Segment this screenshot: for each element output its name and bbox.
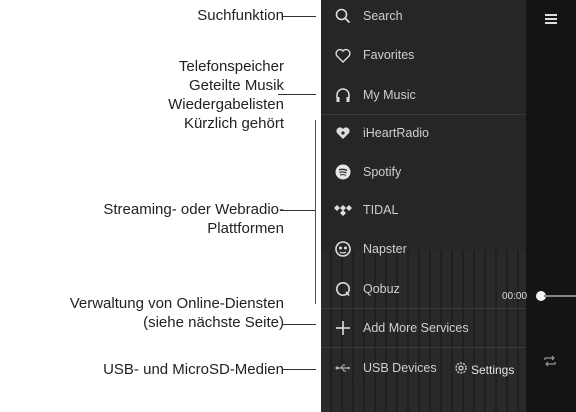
- app-screen: Search Favorites My Music iHeartRadio Sp…: [321, 0, 576, 412]
- spotify-icon: [333, 162, 353, 182]
- menu-item-label: Qobuz: [363, 282, 400, 296]
- annotation-streaming-line: Streaming- oder Webradio-: [103, 201, 284, 218]
- search-icon: [333, 6, 353, 26]
- annotation-music: Telefonspeicher Geteilte Musik Wiedergab…: [168, 57, 284, 133]
- annotation-music-line: Kürzlich gehört: [183, 115, 284, 132]
- menu-item-label: USB Devices: [363, 361, 437, 375]
- leader-line-music: [278, 94, 316, 95]
- menu-item-label: Add More Services: [363, 321, 469, 335]
- heart-icon: [333, 45, 353, 65]
- qobuz-icon: [333, 279, 353, 299]
- annotation-online-line: (siehe nächste Seite): [143, 314, 284, 331]
- progress-slider-track[interactable]: [544, 295, 576, 297]
- annotation-online-line: Verwaltung von Online-Diensten: [69, 295, 284, 312]
- playback-time: 00:00: [502, 291, 528, 302]
- menu-item-napster[interactable]: Napster: [321, 230, 526, 268]
- repeat-icon[interactable]: [543, 354, 557, 372]
- gear-icon: [453, 360, 469, 379]
- annotation-streaming: Streaming- oder Webradio- Plattformen: [103, 200, 284, 238]
- leader-line-search: [283, 16, 316, 17]
- annotation-online: Verwaltung von Online-Diensten (siehe nä…: [70, 294, 284, 332]
- iheartradio-icon: [333, 123, 353, 143]
- menu-item-label: Napster: [363, 242, 407, 256]
- headphones-icon: [333, 85, 353, 105]
- plus-icon: [333, 318, 353, 338]
- hamburger-menu-icon[interactable]: [545, 14, 557, 26]
- annotation-music-line: Telefonspeicher: [178, 58, 284, 75]
- settings-button[interactable]: Settings: [453, 360, 514, 379]
- menu-item-label: TIDAL: [363, 203, 399, 217]
- menu-item-tidal[interactable]: TIDAL: [321, 191, 526, 229]
- menu-item-my-music[interactable]: My Music: [321, 76, 526, 114]
- menu-item-label: Spotify: [363, 165, 402, 179]
- annotation-music-line: Wiedergabelisten: [168, 96, 284, 113]
- menu-item-spotify[interactable]: Spotify: [321, 153, 526, 191]
- menu-item-label: iHeartRadio: [363, 126, 430, 140]
- annotation-streaming-line: Plattformen: [207, 220, 284, 237]
- leader-line-usb: [283, 369, 316, 370]
- leader-line-online: [283, 324, 316, 325]
- side-menu-panel: Search Favorites My Music iHeartRadio Sp…: [321, 0, 526, 412]
- usb-icon: [333, 358, 353, 378]
- menu-item-iheartradio[interactable]: iHeartRadio: [321, 114, 526, 152]
- annotation-search: Suchfunktion: [197, 6, 284, 25]
- menu-item-qobuz[interactable]: Qobuz: [321, 270, 526, 308]
- player-panel: [526, 0, 576, 412]
- menu-item-label: Search: [363, 9, 403, 23]
- menu-divider: [321, 347, 526, 348]
- napster-icon: [333, 239, 353, 259]
- tidal-icon: [333, 200, 353, 220]
- annotation-music-line: Geteilte Musik: [188, 77, 284, 94]
- menu-item-add-services[interactable]: Add More Services: [321, 309, 526, 347]
- menu-item-label: My Music: [363, 88, 416, 102]
- settings-label: Settings: [471, 362, 515, 377]
- menu-item-label: Favorites: [363, 48, 415, 62]
- leader-line-streaming: [280, 210, 316, 211]
- annotation-usb-text: USB- und MicroSD-Medien: [103, 361, 284, 378]
- annotation-search-text: Suchfunktion: [197, 7, 284, 24]
- leader-bracket-streaming: [315, 120, 316, 304]
- menu-item-favorites[interactable]: Favorites: [321, 36, 526, 74]
- annotation-usb: USB- und MicroSD-Medien: [103, 360, 284, 379]
- menu-item-search[interactable]: Search: [321, 0, 526, 35]
